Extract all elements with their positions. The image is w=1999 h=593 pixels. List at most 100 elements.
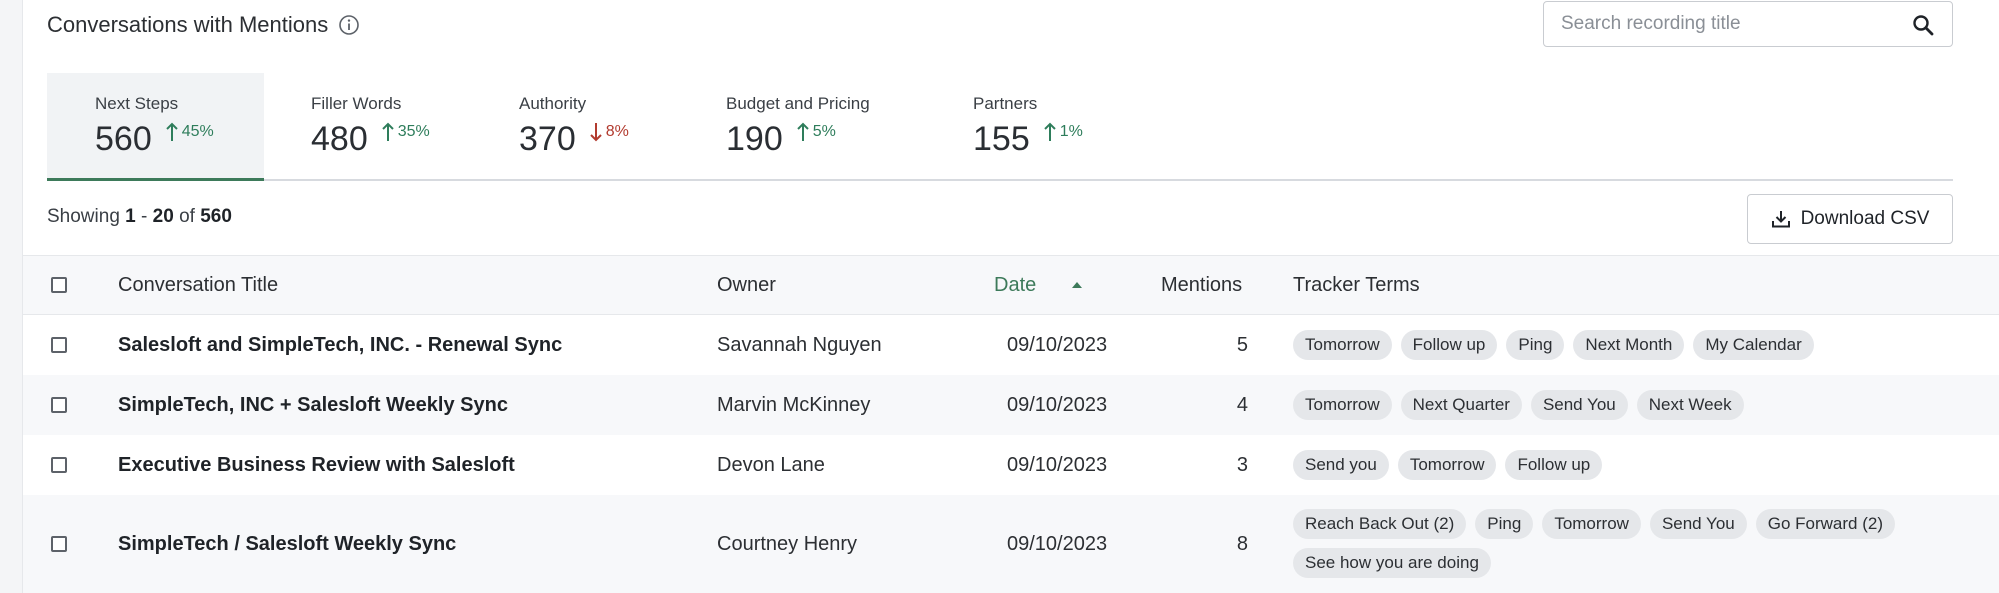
tab-budget-and-pricing[interactable]: Budget and Pricing 190 5% (726, 73, 916, 181)
delta-value: 1% (1059, 123, 1083, 140)
info-icon[interactable] (338, 14, 360, 36)
tab-label: Budget and Pricing (726, 94, 870, 113)
mentions-count: 5 (1236, 333, 1248, 356)
column-header-owner[interactable]: Owner (717, 256, 776, 314)
tab-authority[interactable]: Authority 370 8% (519, 73, 669, 181)
term-chip: Ping (1506, 330, 1565, 360)
arrow-up-icon (382, 122, 394, 141)
delta-value: 5% (812, 123, 836, 140)
term-chip: Go Forward (2) (1755, 509, 1895, 539)
download-csv-button[interactable]: Download CSV (1747, 194, 1953, 244)
total-count: 560 (200, 206, 232, 227)
tab-next-steps[interactable]: Next Steps 560 45% (47, 73, 264, 181)
table-row[interactable]: Salesloft and SimpleTech, INC. - Renewal… (23, 315, 1999, 375)
column-header-title[interactable]: Conversation Title (118, 256, 278, 314)
term-chip: See how you are doing (1293, 548, 1491, 578)
date-value: 09/10/2023 (1007, 532, 1108, 555)
term-chip: Ping (1475, 509, 1534, 539)
range-start: 1 (125, 206, 136, 227)
delta-value: 8% (605, 123, 629, 140)
conversation-title-link[interactable]: Salesloft and SimpleTech, INC. - Renewal… (118, 315, 562, 375)
term-chip: Send you (1293, 450, 1389, 480)
tab-count: 370 (519, 120, 576, 158)
term-chip: Tomorrow (1397, 450, 1497, 480)
search-box[interactable] (1543, 1, 1953, 47)
column-header-mentions[interactable]: Mentions (1161, 256, 1242, 314)
term-chip: Follow up (1505, 450, 1603, 480)
delta-value: 35% (397, 123, 430, 140)
term-chip: My Calendar (1693, 330, 1814, 360)
tab-label: Partners (973, 94, 1038, 113)
delta-badge: 8% (590, 122, 629, 142)
owner-name: Devon Lane (717, 453, 825, 476)
tab-count: 190 (726, 120, 783, 158)
tab-count: 155 (973, 120, 1030, 158)
tab-filler-words[interactable]: Filler Words 480 35% (311, 73, 471, 181)
mentions-count: 4 (1236, 393, 1248, 416)
term-chip: Tomorrow (1293, 330, 1392, 360)
left-rail (0, 0, 23, 593)
conversations-table: Conversation Title Owner Date Mentions T… (23, 255, 1999, 593)
tracker-tabs: Next Steps 560 45% Filler Words 480 35% … (47, 73, 1953, 181)
column-header-date[interactable]: Date (994, 256, 1083, 314)
owner-name: Marvin McKinney (717, 393, 871, 416)
delta-value: 45% (181, 123, 214, 140)
row-checkbox[interactable] (51, 536, 67, 552)
tracker-terms: Send you Tomorrow Follow up (1293, 450, 1913, 480)
row-checkbox[interactable] (51, 457, 67, 473)
tracker-terms: Reach Back Out (2) Ping Tomorrow Send Yo… (1293, 509, 1913, 578)
tab-label: Filler Words (311, 94, 402, 113)
arrow-up-icon (1044, 122, 1056, 141)
arrow-down-icon (590, 123, 602, 142)
tab-count: 560 (95, 120, 152, 158)
tracker-terms: Tomorrow Follow up Ping Next Month My Ca… (1293, 330, 1913, 360)
tracker-terms: Tomorrow Next Quarter Send You Next Week (1293, 390, 1913, 420)
row-checkbox[interactable] (51, 337, 67, 353)
delta-badge: 5% (797, 122, 836, 142)
tab-count: 480 (311, 120, 368, 158)
conversation-title-link[interactable]: Executive Business Review with Salesloft (118, 435, 515, 495)
mentions-count: 8 (1236, 532, 1248, 555)
tab-partners[interactable]: Partners 155 1% (973, 73, 1113, 181)
table-row[interactable]: SimpleTech, INC + Salesloft Weekly Sync … (23, 375, 1999, 435)
term-chip: Next Week (1636, 390, 1744, 420)
search-input[interactable] (1544, 12, 1903, 36)
conversation-title-link[interactable]: SimpleTech, INC + Salesloft Weekly Sync (118, 375, 508, 435)
term-chip: Reach Back Out (2) (1293, 509, 1467, 539)
download-label: Download CSV (1800, 208, 1930, 229)
term-chip: Next Month (1573, 330, 1685, 360)
download-icon (1771, 211, 1790, 228)
conversation-title-link[interactable]: SimpleTech / Salesloft Weekly Sync (118, 495, 456, 593)
delta-badge: 35% (382, 122, 430, 142)
pagination-summary: Showing 1 - 20 of 560 (47, 206, 232, 228)
table-row[interactable]: SimpleTech / Salesloft Weekly Sync Court… (23, 495, 1999, 593)
delta-badge: 45% (166, 122, 214, 142)
select-all-checkbox[interactable] (51, 277, 67, 293)
sort-ascending-icon (1072, 282, 1083, 288)
date-value: 09/10/2023 (1007, 453, 1108, 476)
column-header-date-label: Date (994, 273, 1037, 296)
term-chip: Send You (1530, 390, 1628, 420)
tab-label: Authority (519, 94, 587, 113)
row-checkbox[interactable] (51, 397, 67, 413)
tab-label: Next Steps (95, 94, 179, 113)
term-chip: Send You (1649, 509, 1747, 539)
search-icon[interactable] (1912, 14, 1934, 36)
date-value: 09/10/2023 (1007, 393, 1108, 416)
owner-name: Courtney Henry (717, 532, 858, 555)
range-dash: - (141, 206, 148, 227)
column-header-tracker-terms: Tracker Terms (1293, 273, 1420, 296)
table-header: Conversation Title Owner Date Mentions T… (23, 255, 1999, 315)
owner-name: Savannah Nguyen (717, 333, 882, 356)
term-chip: Next Quarter (1400, 390, 1522, 420)
showing-of: of (179, 206, 195, 227)
range-end: 20 (152, 206, 174, 227)
term-chip: Follow up (1400, 330, 1498, 360)
delta-badge: 1% (1044, 122, 1083, 142)
mentions-count: 3 (1236, 453, 1248, 476)
showing-prefix: Showing (47, 206, 120, 227)
conversations-panel: Conversations with Mentions Next Steps 5… (23, 0, 1999, 593)
table-row[interactable]: Executive Business Review with Salesloft… (23, 435, 1999, 495)
page-title: Conversations with Mentions (47, 12, 329, 37)
arrow-up-icon (797, 122, 809, 141)
